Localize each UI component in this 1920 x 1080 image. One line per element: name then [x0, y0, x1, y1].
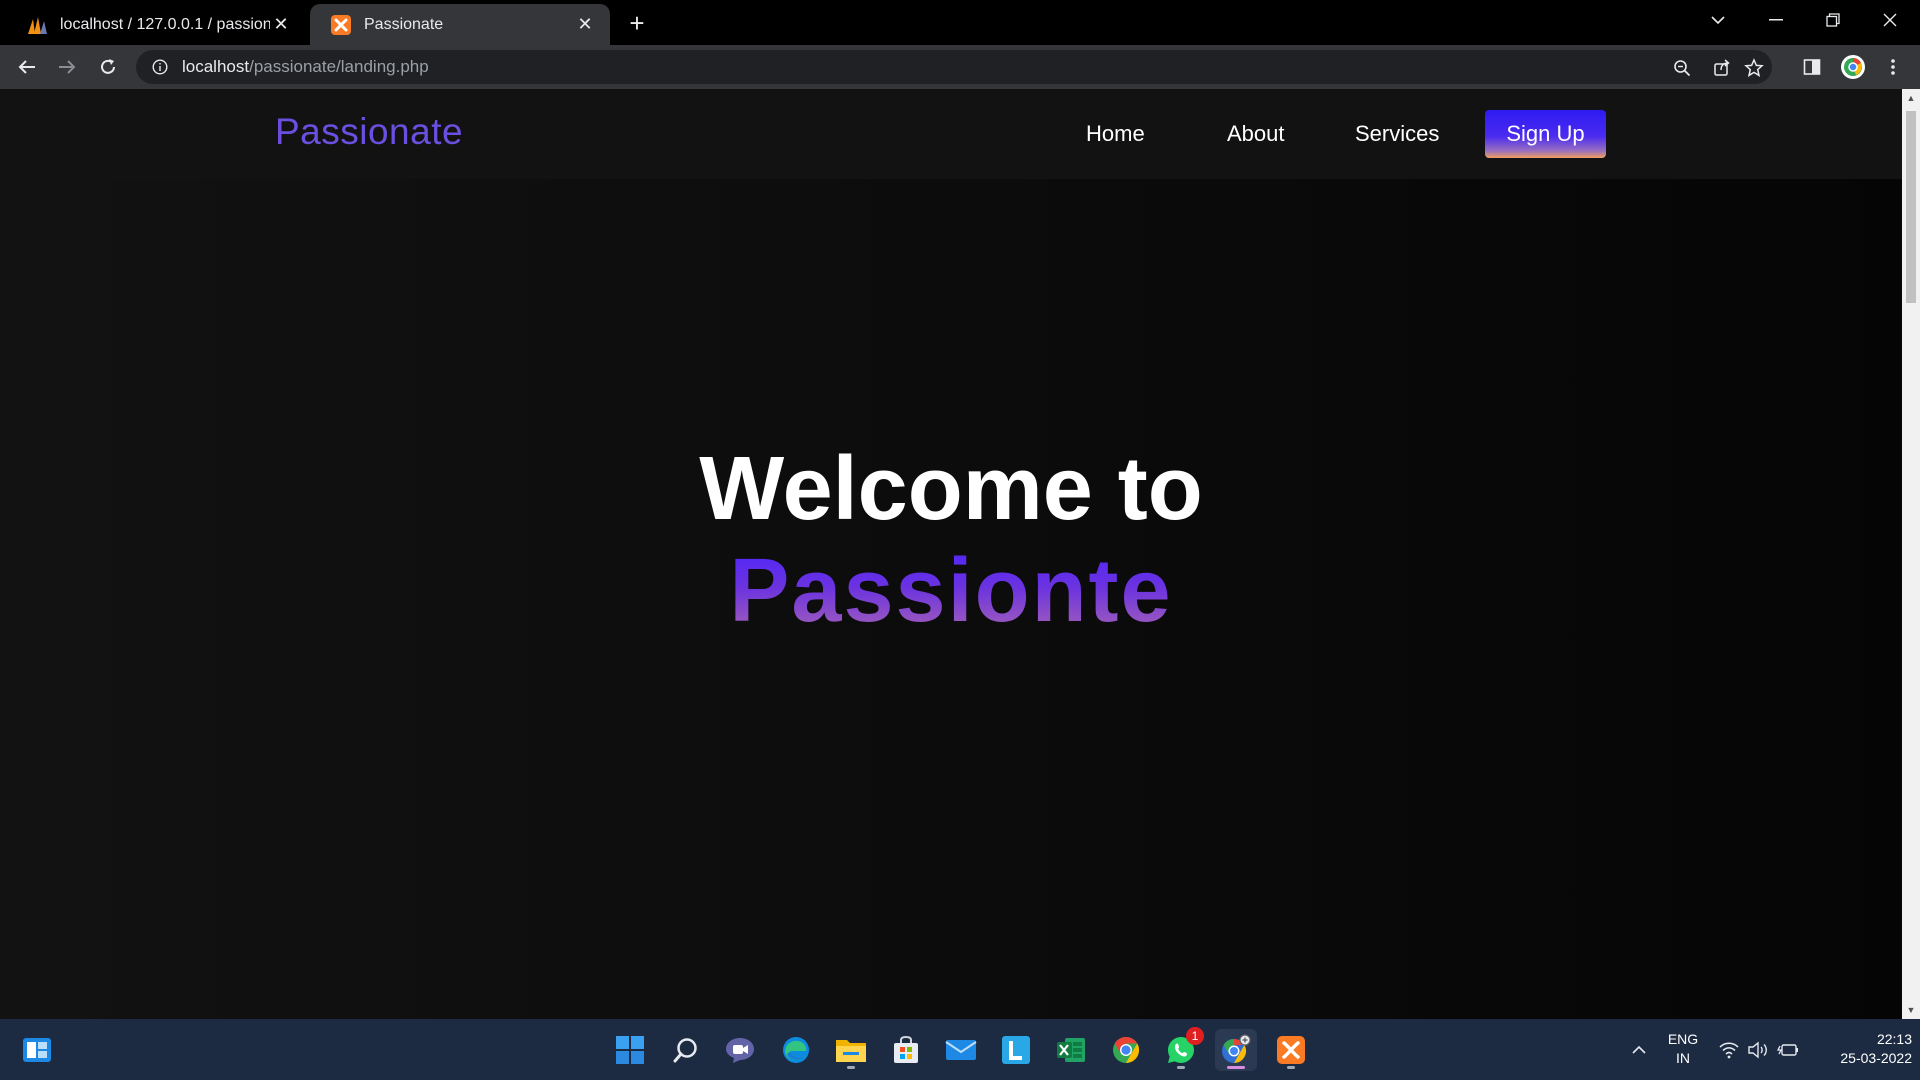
widgets-icon[interactable]: [16, 1029, 58, 1071]
browser-toolbar: localhost/passionate/landing.php: [0, 45, 1920, 89]
start-windows-icon[interactable]: [609, 1029, 651, 1071]
tab-title: localhost / 127.0.0.1 / passionate: [60, 15, 270, 33]
clock-time: 22:13: [1876, 1031, 1912, 1047]
running-indicator: [1287, 1066, 1295, 1069]
hero-heading-line1: Welcome to: [699, 439, 1203, 539]
site-navbar: Passionate Home About Services Sign Up: [0, 89, 1902, 179]
forward-arrow-icon[interactable]: [51, 51, 83, 83]
notification-badge: 1: [1186, 1027, 1204, 1045]
teams-chat-icon[interactable]: [719, 1029, 761, 1071]
language-indicator[interactable]: ENG IN: [1664, 1031, 1702, 1066]
excel-icon[interactable]: [1050, 1029, 1092, 1071]
site-info-icon[interactable]: [150, 57, 170, 77]
volume-icon[interactable]: [1747, 1039, 1769, 1061]
menu-kebab-icon[interactable]: [1879, 53, 1907, 81]
nav-link-services[interactable]: Services: [1355, 121, 1439, 147]
brand-logo[interactable]: Passionate: [275, 111, 463, 153]
search-icon[interactable]: [665, 1029, 707, 1071]
edge-icon[interactable]: [775, 1029, 817, 1071]
side-panel-icon[interactable]: [1798, 53, 1826, 81]
scrollbar-thumb[interactable]: [1906, 111, 1916, 303]
running-indicator: [1177, 1066, 1185, 1069]
chrome-canary-icon[interactable]: [1215, 1029, 1257, 1071]
restore-button[interactable]: [1805, 0, 1861, 40]
file-explorer-icon[interactable]: [830, 1029, 872, 1071]
tab-search-chevron-icon[interactable]: [1690, 0, 1746, 40]
scroll-up-arrow-icon[interactable]: ▲: [1902, 89, 1920, 107]
microsoft-store-icon[interactable]: [885, 1029, 927, 1071]
region-code: IN: [1676, 1050, 1690, 1066]
active-indicator: [1227, 1066, 1245, 1069]
running-indicator: [847, 1066, 855, 1069]
language-code: ENG: [1667, 1031, 1699, 1047]
nav-link-home[interactable]: Home: [1086, 121, 1145, 147]
url-text: localhost/passionate/landing.php: [182, 57, 429, 77]
close-window-button[interactable]: [1862, 0, 1918, 40]
url-path: /passionate/landing.php: [249, 57, 429, 76]
xampp-icon[interactable]: [1270, 1029, 1312, 1071]
page-viewport: Passionate Home About Services Sign Up W…: [0, 89, 1902, 1019]
url-host: localhost: [182, 57, 250, 76]
phpmyadmin-icon: [26, 14, 48, 36]
zoom-icon[interactable]: [1670, 56, 1694, 80]
tab-passionate[interactable]: Passionate ✕: [310, 4, 610, 45]
xampp-icon: [330, 14, 352, 36]
windows-taskbar: 1 ENG IN 22:13 25-03-2022: [0, 1019, 1920, 1080]
hero-section: Welcome to Passionte: [0, 439, 1902, 644]
clock-date: 25-03-2022: [1840, 1050, 1912, 1066]
chevron-up-icon[interactable]: [1628, 1039, 1650, 1061]
sign-up-button[interactable]: Sign Up: [1485, 110, 1606, 158]
nav-link-about[interactable]: About: [1227, 121, 1285, 147]
wifi-icon[interactable]: [1718, 1039, 1740, 1061]
battery-charging-icon[interactable]: [1777, 1039, 1799, 1061]
tab-title: Passionate: [364, 15, 444, 33]
hero-heading-line2: Passionte: [0, 539, 1902, 644]
chrome-icon[interactable]: [1105, 1029, 1147, 1071]
address-bar[interactable]: localhost/passionate/landing.php: [136, 50, 1772, 84]
browser-tab-bar: localhost / 127.0.0.1 / passionate ✕ Pas…: [0, 0, 1920, 45]
close-icon[interactable]: ✕: [574, 14, 596, 35]
mail-icon[interactable]: [940, 1029, 982, 1071]
reload-icon[interactable]: [92, 51, 124, 83]
tab-phpmyadmin[interactable]: localhost / 127.0.0.1 / passionate ✕: [6, 4, 306, 45]
close-icon[interactable]: ✕: [270, 14, 292, 35]
share-icon[interactable]: [1710, 56, 1734, 80]
clock[interactable]: 22:13 25-03-2022: [1812, 1031, 1912, 1066]
whatsapp-icon[interactable]: 1: [1160, 1027, 1204, 1071]
minimize-button[interactable]: [1748, 0, 1804, 40]
l-app-icon[interactable]: [995, 1029, 1037, 1071]
scroll-down-arrow-icon[interactable]: ▼: [1902, 1001, 1920, 1019]
bookmark-star-icon[interactable]: [1742, 56, 1766, 80]
profile-avatar-icon[interactable]: [1839, 53, 1867, 81]
new-tab-button[interactable]: +: [622, 8, 652, 38]
back-arrow-icon[interactable]: [11, 51, 43, 83]
page-scrollbar[interactable]: ▲ ▼: [1902, 89, 1920, 1019]
